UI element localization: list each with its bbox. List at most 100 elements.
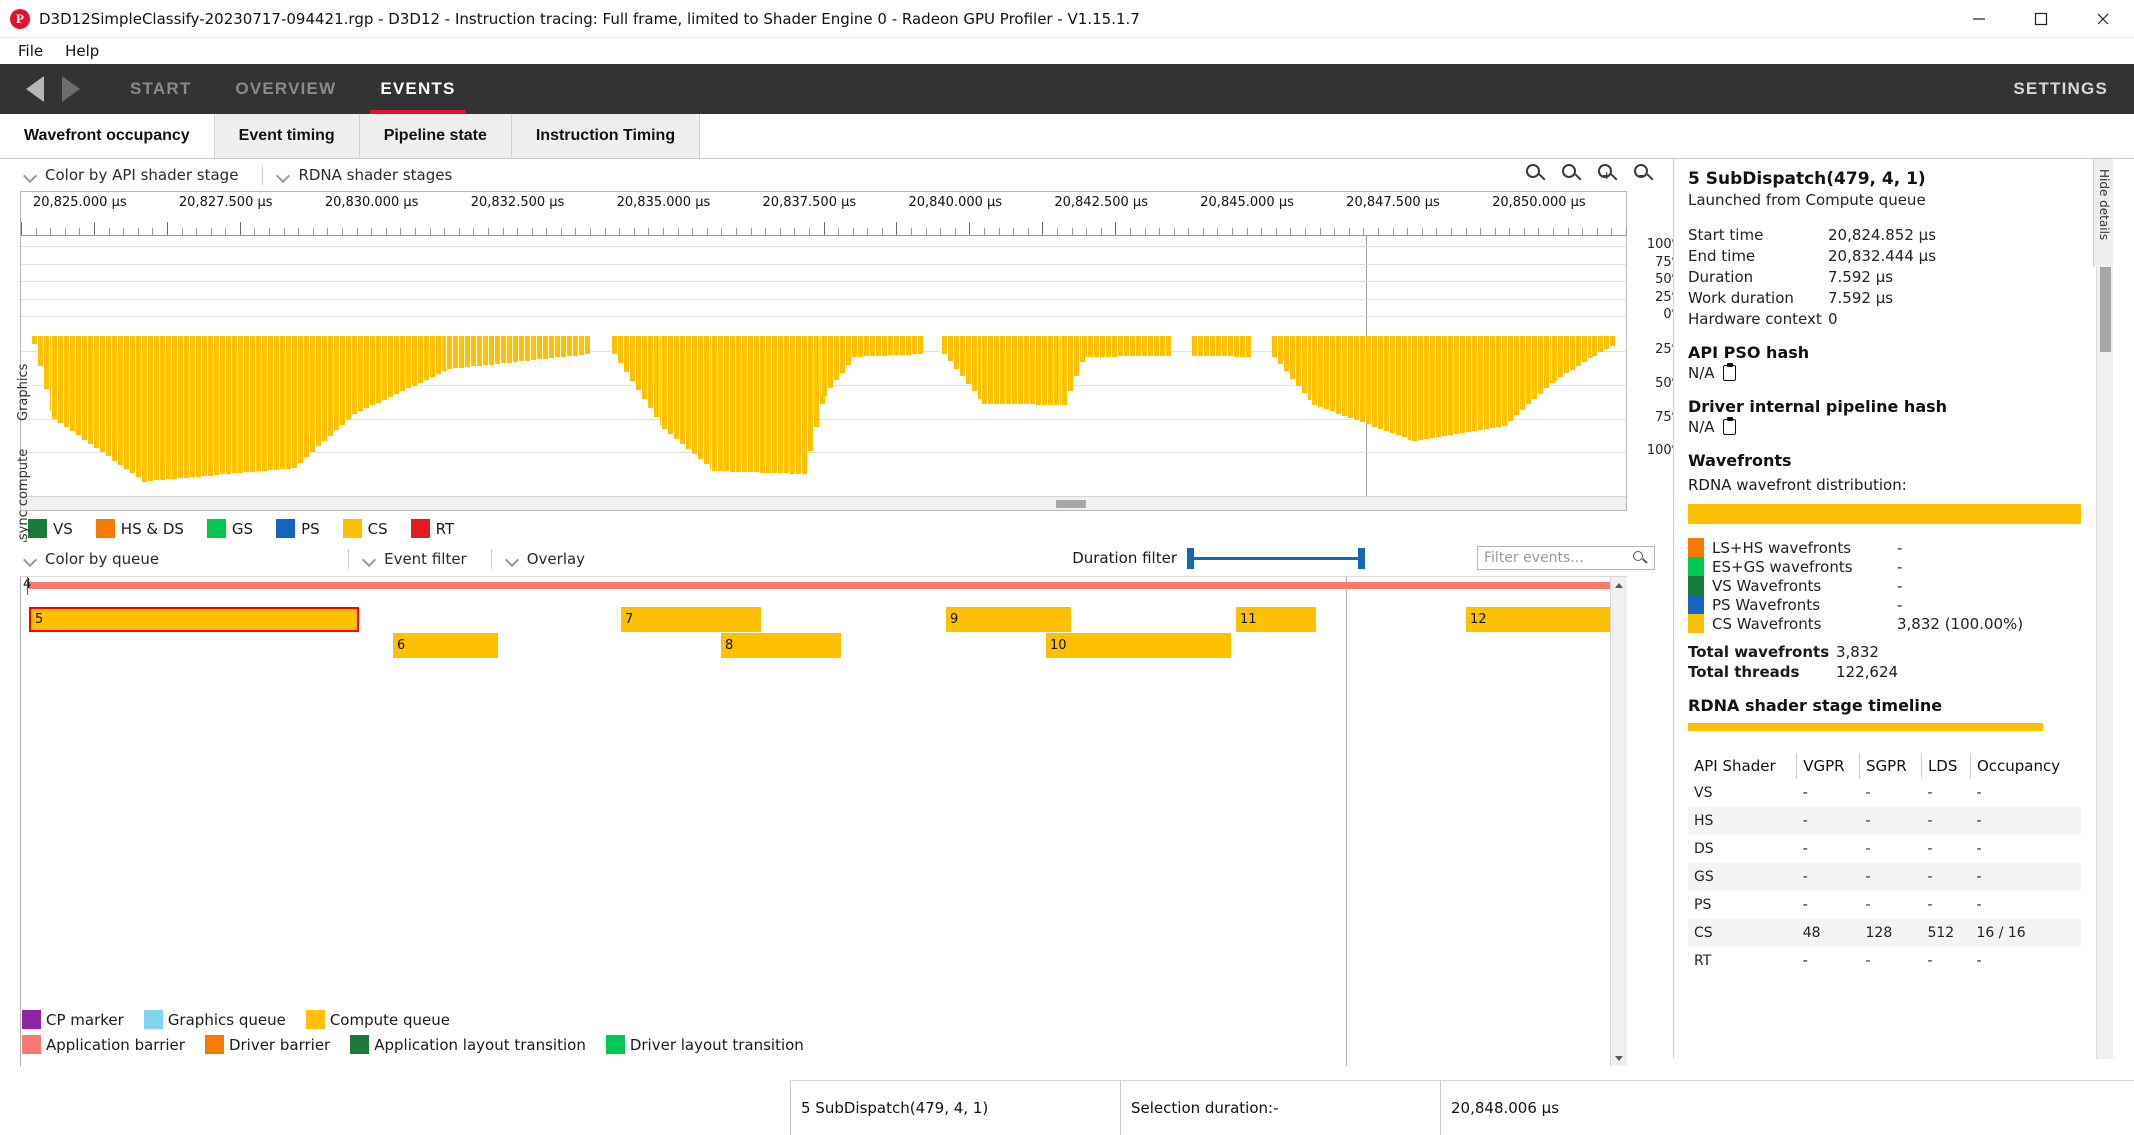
tab-pipeline-state[interactable]: Pipeline state — [360, 114, 512, 158]
event-vertical-scrollbar[interactable] — [1610, 577, 1627, 1066]
color-by-queue-dropdown[interactable]: Color by queue — [20, 548, 173, 570]
ruler-tick — [955, 228, 956, 235]
sub-tab-bar: Wavefront occupancy Event timing Pipelin… — [0, 114, 2134, 159]
nav-link-overview[interactable]: OVERVIEW — [213, 64, 358, 114]
nav-link-start[interactable]: START — [108, 64, 213, 114]
color-by-api-shader-stage-dropdown[interactable]: Color by API shader stage — [20, 164, 252, 186]
event-bar[interactable]: 12 — [1466, 607, 1610, 632]
legend-label: Driver barrier — [229, 1036, 330, 1054]
duration-filter-slider[interactable] — [1187, 546, 1365, 570]
copy-clipboard-icon[interactable] — [1723, 419, 1736, 435]
legend-label: CP marker — [46, 1011, 124, 1029]
copy-clipboard-icon[interactable] — [1723, 365, 1736, 381]
event-timeline[interactable]: 456789101112 — [20, 576, 1627, 1066]
table-cell: - — [1860, 947, 1922, 975]
menu-item-help[interactable]: Help — [55, 40, 109, 62]
ruler-label: 20,840.000 µs — [908, 195, 1002, 210]
table-cell: 512 — [1921, 919, 1970, 947]
detail-field-key: End time — [1688, 247, 1828, 265]
timeline-ruler[interactable]: 20,825.000 µs20,827.500 µs20,830.000 µs2… — [21, 192, 1626, 236]
event-filter-dropdown[interactable]: Event filter — [359, 548, 481, 570]
table-column-header: SGPR — [1860, 753, 1922, 779]
color-swatch — [205, 1035, 224, 1054]
event-bar[interactable]: 6 — [393, 633, 498, 658]
wavefront-label: LS+HS wavefronts — [1712, 539, 1897, 557]
nav-link-settings[interactable]: SETTINGS — [2013, 64, 2108, 114]
main-content: Color by API shader stage RDNA shader st… — [0, 159, 2134, 1059]
triangle-left-icon[interactable] — [26, 76, 44, 102]
ruler-tick — [561, 228, 562, 235]
table-cell: - — [1860, 807, 1922, 835]
triangle-right-icon[interactable] — [62, 76, 80, 102]
zoom-out-icon[interactable]: − — [1633, 163, 1655, 185]
ruler-tick — [488, 228, 489, 235]
occupancy-chart[interactable]: 100%75%50%25%0%25%50%75%100% — [21, 236, 1626, 496]
occupancy-horizontal-scrollbar[interactable] — [21, 496, 1626, 510]
ruler-tick — [459, 228, 460, 235]
chevron-down-icon — [506, 553, 519, 566]
hide-details-label: Hide details — [2097, 169, 2111, 240]
slider-knob-left[interactable] — [1187, 548, 1194, 569]
wavefront-label: PS Wavefronts — [1712, 596, 1897, 614]
wavefront-value: - — [1897, 558, 1902, 576]
nav-link-events[interactable]: EVENTS — [358, 64, 477, 114]
event-bar[interactable]: 7 — [621, 607, 761, 632]
ruler-tick — [1378, 228, 1379, 235]
ruler-tick — [546, 228, 547, 235]
ruler-tick — [1334, 228, 1335, 235]
ruler-tick — [298, 228, 299, 235]
application-barrier-line[interactable] — [29, 582, 1610, 589]
legend-label: Driver layout transition — [630, 1036, 804, 1054]
detail-field-key: Work duration — [1688, 289, 1828, 307]
scrollbar-thumb[interactable] — [1056, 500, 1086, 508]
ruler-label: 20,835.000 µs — [617, 195, 711, 210]
table-cell: 16 / 16 — [1970, 919, 2081, 947]
details-vertical-scrollbar[interactable] — [2096, 159, 2113, 1059]
tab-instruction-timing[interactable]: Instruction Timing — [512, 114, 700, 158]
ruler-tick — [415, 228, 416, 235]
ruler-tick — [1159, 228, 1160, 235]
maximize-button[interactable] — [2010, 0, 2072, 38]
zoom-to-selection-icon[interactable] — [1525, 163, 1547, 185]
rdna-shader-stages-dropdown[interactable]: RDNA shader stages — [273, 164, 466, 186]
api-pso-hash-row: N/A — [1688, 364, 2081, 382]
event-bar[interactable]: 8 — [721, 633, 841, 658]
close-button[interactable] — [2072, 0, 2134, 38]
color-swatch — [276, 519, 295, 538]
detail-field-value: 20,824.852 µs — [1828, 226, 1936, 244]
scroll-up-button[interactable] — [1611, 577, 1627, 593]
event-timeline-canvas[interactable]: 456789101112 — [21, 577, 1610, 1066]
table-cell: - — [1797, 891, 1860, 919]
shader-legend-label: RT — [436, 520, 455, 538]
cp-marker-line — [27, 577, 28, 595]
tab-event-timing[interactable]: Event timing — [215, 114, 360, 158]
ruler-tick — [1626, 228, 1627, 235]
ruler-tick — [109, 228, 110, 235]
event-bar[interactable]: 10 — [1046, 633, 1231, 658]
status-time: 20,848.006 µs — [1440, 1081, 1740, 1135]
tab-wavefront-occupancy[interactable]: Wavefront occupancy — [0, 114, 215, 158]
driver-pipeline-hash-row: N/A — [1688, 418, 2081, 436]
hide-details-button[interactable]: Hide details — [2093, 159, 2113, 267]
overlay-label: Overlay — [527, 550, 585, 568]
event-filter-label: Event filter — [384, 550, 467, 568]
filter-events-input[interactable]: Filter events... — [1477, 546, 1655, 570]
sub-tab-filler — [700, 114, 2134, 158]
ruler-tick — [444, 228, 445, 235]
ruler-tick — [1203, 228, 1204, 235]
color-swatch — [343, 519, 362, 538]
chevron-down-icon — [24, 553, 37, 566]
table-cell: - — [1797, 863, 1860, 891]
table-cell: VS — [1688, 779, 1797, 807]
slider-knob-right[interactable] — [1358, 548, 1365, 569]
menu-item-file[interactable]: File — [8, 40, 53, 62]
ruler-tick — [1436, 228, 1437, 235]
table-cell: - — [1970, 807, 2081, 835]
event-bar[interactable]: 9 — [946, 607, 1071, 632]
event-bar[interactable]: 11 — [1236, 607, 1316, 632]
zoom-reset-icon[interactable] — [1561, 163, 1583, 185]
event-bar-selected[interactable]: 5 — [29, 607, 359, 632]
overlay-dropdown[interactable]: Overlay — [502, 548, 599, 570]
zoom-in-icon[interactable]: + — [1597, 163, 1619, 185]
minimize-button[interactable] — [1948, 0, 2010, 38]
